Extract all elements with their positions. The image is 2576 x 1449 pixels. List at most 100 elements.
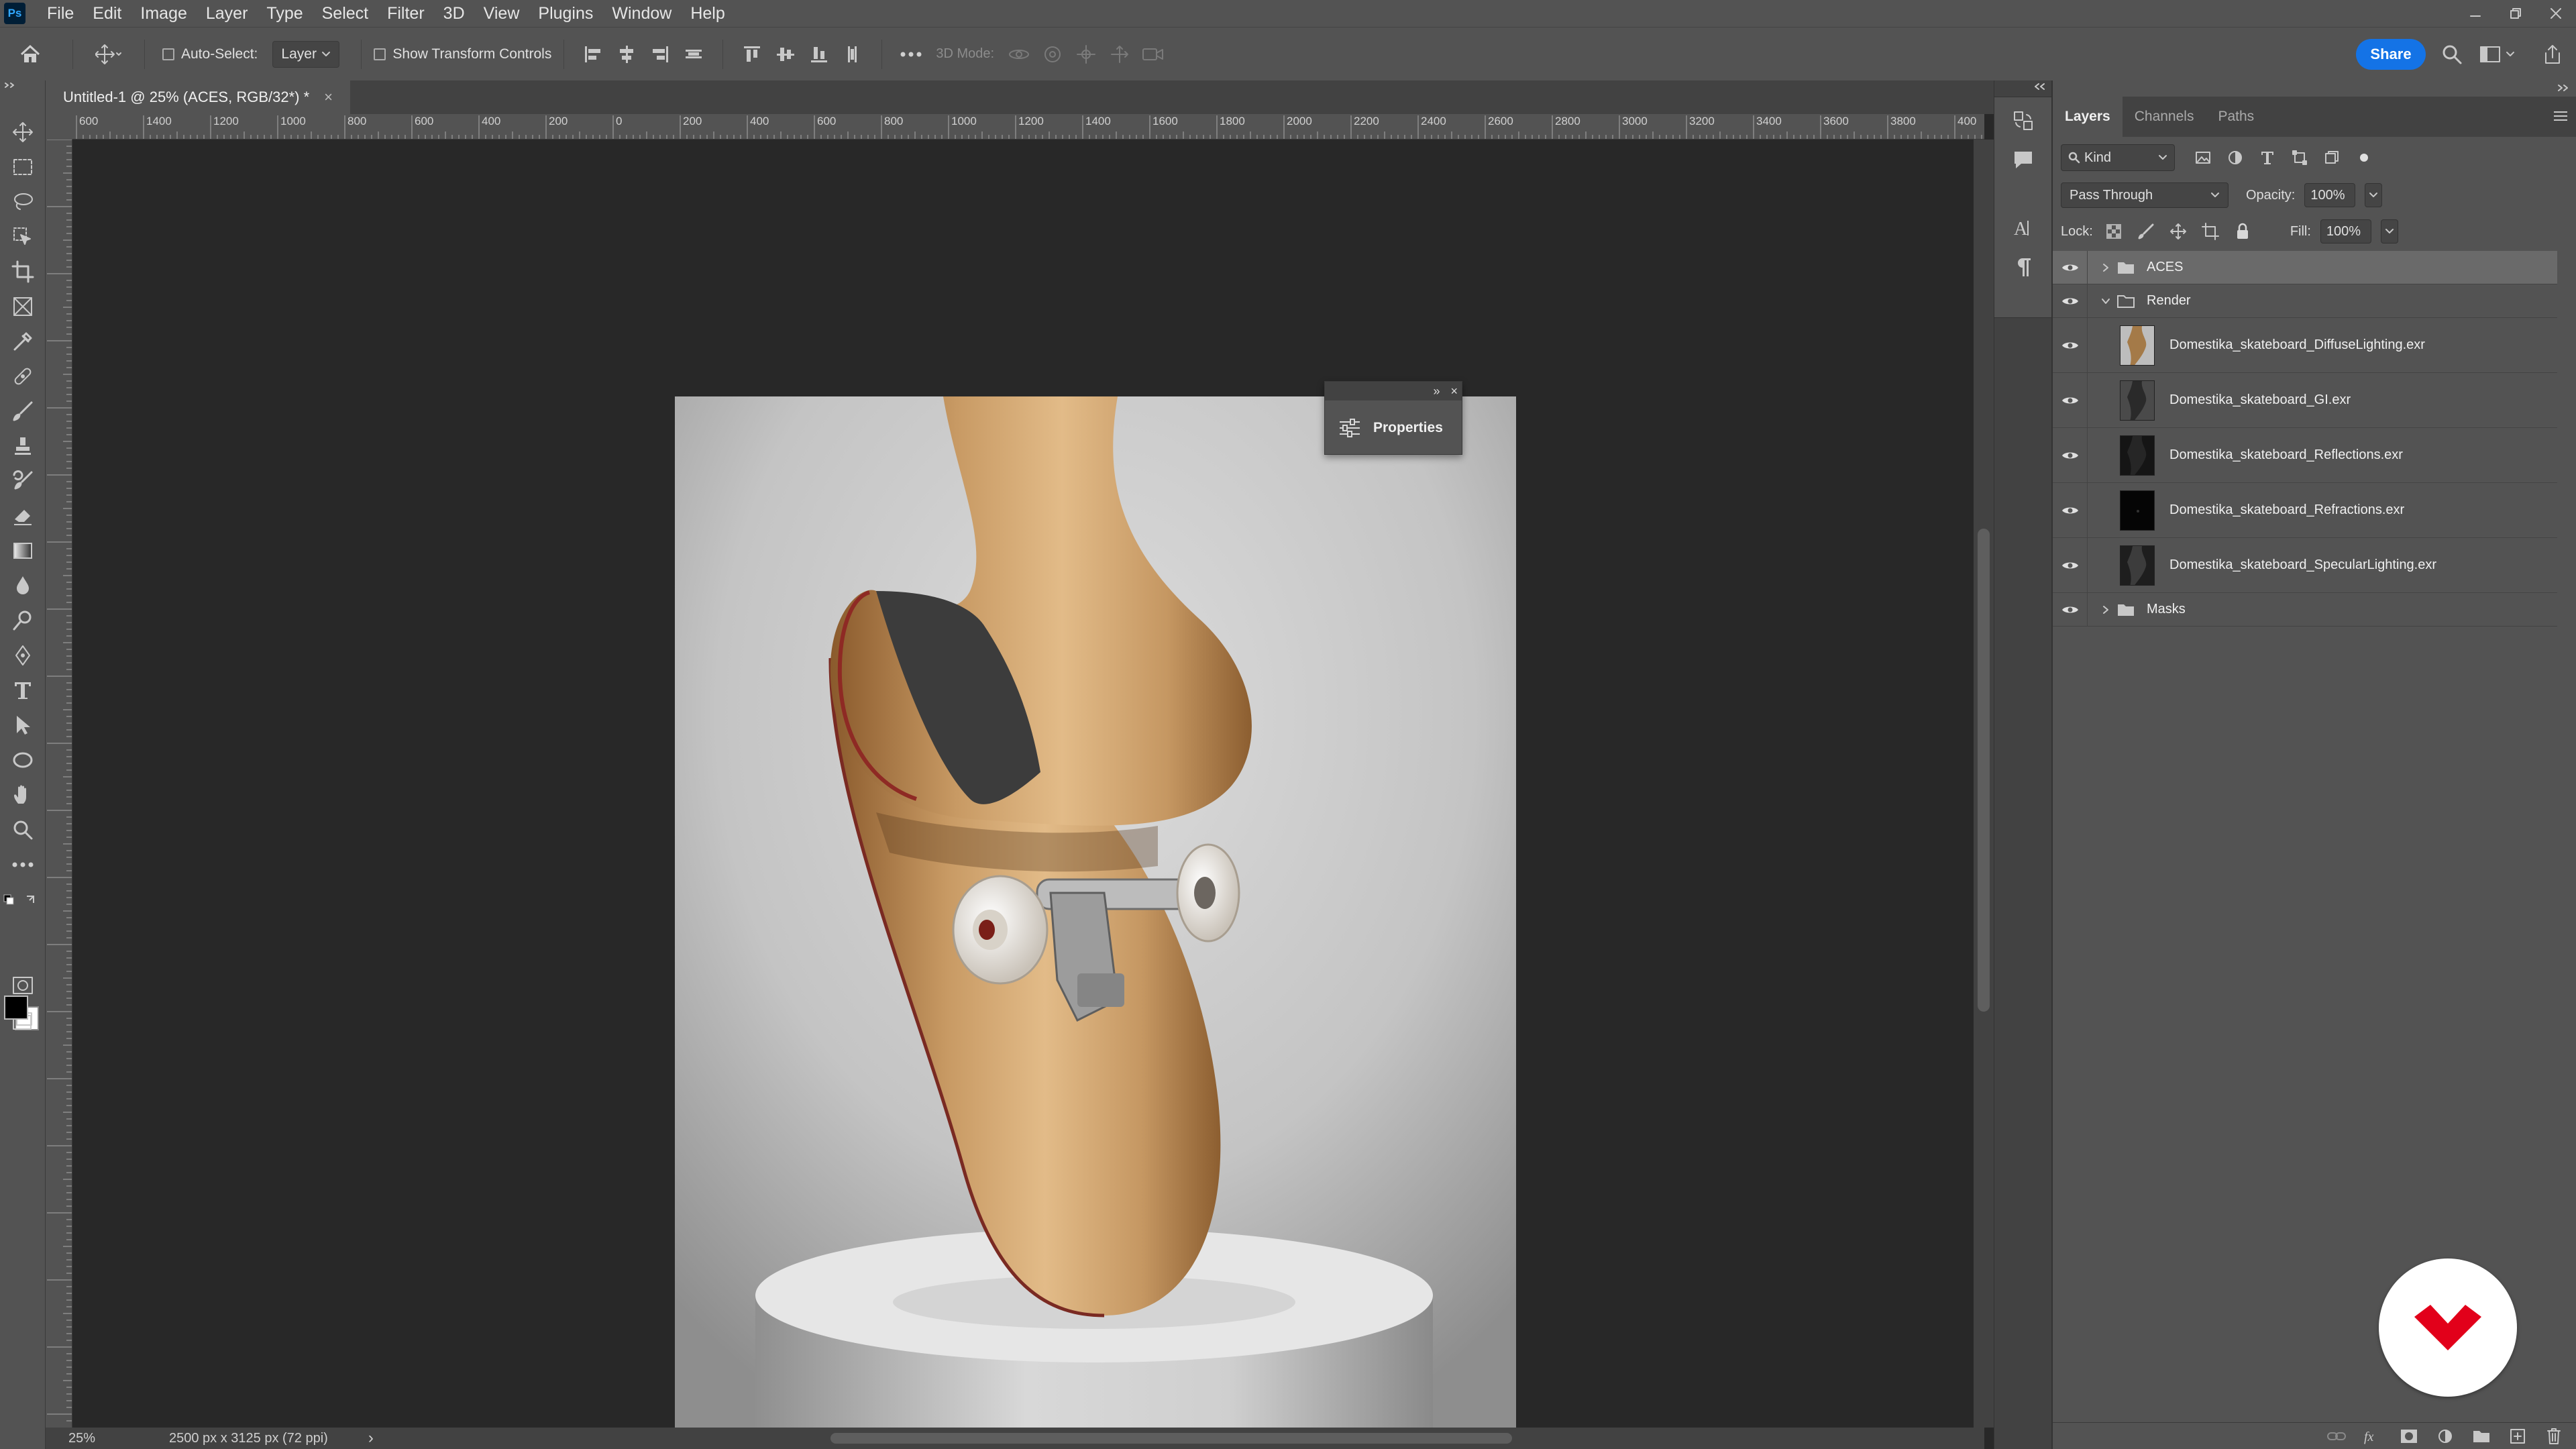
visibility-toggle[interactable] <box>2053 373 2088 427</box>
close-window-button[interactable] <box>2536 0 2576 27</box>
vertical-scroll-thumb[interactable] <box>1978 529 1990 1012</box>
collapse-panel-icon[interactable] <box>2555 83 2571 93</box>
clone-stamp-tool[interactable] <box>5 431 40 462</box>
align-top-button[interactable] <box>735 28 769 81</box>
menu-3d[interactable]: 3D <box>434 0 474 27</box>
restore-button[interactable] <box>2496 0 2536 27</box>
add-mask-button[interactable] <box>2398 1425 2420 1448</box>
collapse-dock-icon[interactable] <box>2032 82 2048 91</box>
status-menu-arrow[interactable]: › <box>368 1429 374 1448</box>
healing-brush-tool[interactable] <box>5 361 40 392</box>
filter-kind-dropdown[interactable]: Kind <box>2061 144 2175 171</box>
workspace-button[interactable] <box>2475 28 2522 81</box>
document-canvas[interactable] <box>675 396 1516 1449</box>
tab-paths[interactable]: Paths <box>2206 97 2266 137</box>
layer-row-render[interactable]: Render <box>2053 284 2557 318</box>
history-panel-button[interactable] <box>2008 105 2039 136</box>
add-adjustment-button[interactable] <box>2434 1425 2457 1448</box>
menu-layer[interactable]: Layer <box>197 0 258 27</box>
filter-pixel-button[interactable] <box>2187 144 2219 171</box>
foreground-color-swatch[interactable] <box>4 996 28 1020</box>
zoom-level[interactable]: 25% <box>68 1431 149 1446</box>
frame-tool[interactable] <box>5 291 40 322</box>
expand-toolbar-icon[interactable] <box>3 82 23 89</box>
distribute-horizontal-button[interactable] <box>677 28 710 81</box>
lock-all-button[interactable] <box>2231 219 2254 244</box>
horizontal-scroll-thumb[interactable] <box>830 1433 1512 1444</box>
close-tab-button[interactable]: × <box>324 89 333 106</box>
menu-window[interactable]: Window <box>602 0 681 27</box>
collapse-panel-button[interactable]: » <box>1433 384 1440 398</box>
menu-view[interactable]: View <box>474 0 529 27</box>
layer-row-refractions[interactable]: Domestika_skateboard_Refractions.exr <box>2053 483 2557 538</box>
visibility-toggle[interactable] <box>2053 251 2088 284</box>
path-selection-tool[interactable] <box>5 710 40 741</box>
type-tool[interactable] <box>5 675 40 706</box>
delete-layer-button[interactable] <box>2542 1425 2565 1448</box>
eraser-tool[interactable] <box>5 500 40 531</box>
auto-select-dropdown[interactable]: Layer <box>272 40 340 68</box>
collapse-group-button[interactable] <box>2097 297 2114 305</box>
panel-menu-icon[interactable] <box>2552 109 2569 123</box>
layer-style-button[interactable]: fx <box>2361 1425 2384 1448</box>
hand-tool[interactable] <box>5 780 40 810</box>
blur-tool[interactable] <box>5 570 40 601</box>
visibility-toggle[interactable] <box>2053 284 2088 317</box>
menu-plugins[interactable]: Plugins <box>529 0 602 27</box>
more-options-button[interactable] <box>894 28 928 81</box>
filter-type-button[interactable] <box>2251 144 2284 171</box>
properties-tab[interactable]: Properties <box>1325 400 1462 455</box>
auto-select-checkbox[interactable]: Auto-Select: <box>157 28 263 81</box>
move-tool-preset[interactable] <box>85 28 132 81</box>
align-vcenter-button[interactable] <box>769 28 802 81</box>
new-layer-button[interactable] <box>2506 1425 2529 1448</box>
menu-type[interactable]: Type <box>257 0 312 27</box>
lasso-tool[interactable] <box>5 186 40 217</box>
expand-group-button[interactable] <box>2097 263 2114 272</box>
swap-colors-icon[interactable] <box>3 891 43 910</box>
share-button[interactable]: Share <box>2356 39 2426 70</box>
align-bottom-button[interactable] <box>802 28 836 81</box>
visibility-toggle[interactable] <box>2053 538 2088 592</box>
object-selection-tool[interactable] <box>5 221 40 252</box>
menu-edit[interactable]: Edit <box>83 0 131 27</box>
opacity-slider-button[interactable] <box>2365 183 2383 207</box>
tab-channels[interactable]: Channels <box>2123 97 2206 137</box>
paragraph-panel-button[interactable] <box>2008 252 2039 282</box>
eyedropper-tool[interactable] <box>5 326 40 357</box>
lock-pixels-button[interactable] <box>2135 219 2157 244</box>
distribute-vertical-button[interactable] <box>836 28 869 81</box>
layer-row-aces[interactable]: ACES <box>2053 251 2557 284</box>
new-group-button[interactable] <box>2470 1425 2493 1448</box>
brush-tool[interactable] <box>5 396 40 427</box>
menu-filter[interactable]: Filter <box>378 0 434 27</box>
layer-row-masks[interactable]: Masks <box>2053 593 2557 627</box>
home-button[interactable] <box>0 28 60 81</box>
tab-layers[interactable]: Layers <box>2053 97 2123 137</box>
history-brush-tool[interactable] <box>5 466 40 496</box>
canvas-area[interactable]: » × Properties <box>72 140 1974 1449</box>
edit-toolbar-button[interactable] <box>5 849 40 880</box>
vertical-ruler[interactable] <box>46 140 72 1428</box>
visibility-toggle[interactable] <box>2053 593 2088 626</box>
visibility-toggle[interactable] <box>2053 483 2088 537</box>
filter-smart-object-button[interactable] <box>2316 144 2348 171</box>
expand-group-button[interactable] <box>2097 605 2114 614</box>
minimize-button[interactable] <box>2455 0 2496 27</box>
properties-panel[interactable]: » × Properties <box>1324 381 1462 455</box>
menu-help[interactable]: Help <box>681 0 734 27</box>
fill-slider-button[interactable] <box>2380 219 2398 244</box>
move-tool[interactable] <box>5 117 40 148</box>
ellipse-tool[interactable] <box>5 745 40 775</box>
lock-artboard-button[interactable] <box>2199 219 2222 244</box>
horizontal-ruler[interactable]: 600 1400 1200 1000 800 600 400 200 0 200 400 600 800… <box>72 114 1984 140</box>
share-document-button[interactable] <box>2536 28 2569 81</box>
layer-row-gi[interactable]: Domestika_skateboard_GI.exr <box>2053 373 2557 428</box>
layer-row-specular[interactable]: Domestika_skateboard_SpecularLighting.ex… <box>2053 538 2557 593</box>
close-panel-button[interactable]: × <box>1450 384 1458 398</box>
menu-select[interactable]: Select <box>313 0 378 27</box>
filter-toggle-button[interactable] <box>2348 144 2380 171</box>
pen-tool[interactable] <box>5 640 40 671</box>
crop-tool[interactable] <box>5 256 40 287</box>
menu-image[interactable]: Image <box>131 0 196 27</box>
